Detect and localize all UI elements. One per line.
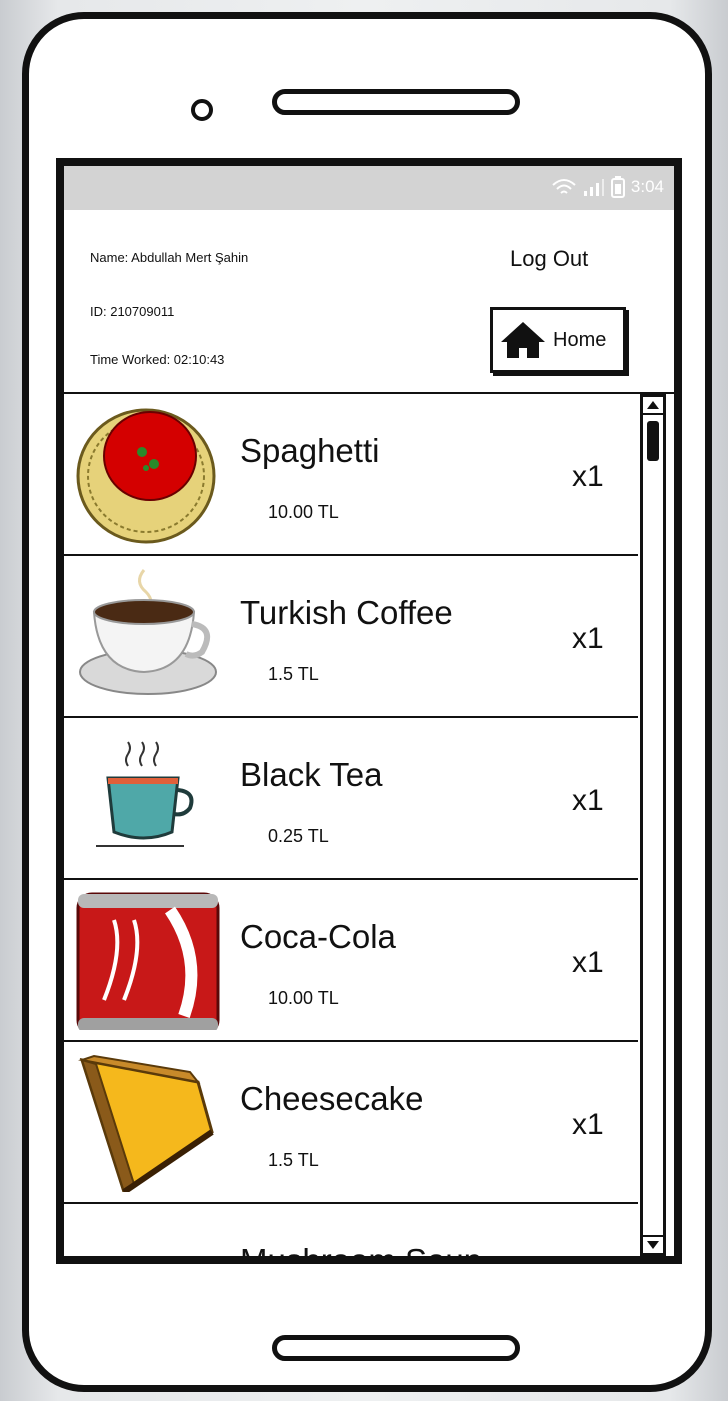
camera-icon [191, 99, 213, 121]
time-worked: Time Worked: 02:10:43 [90, 352, 225, 367]
item-name: Cheesecake [240, 1080, 424, 1117]
item-name: Mushroom Soup [240, 1242, 483, 1264]
list-item[interactable]: Turkish Coffee 1.5 TL x1 [64, 556, 638, 718]
order-list[interactable]: Spaghetti 10.00 TL x1 Turkish Coffee 1.5… [64, 394, 638, 1264]
scroll-thumb[interactable] [647, 421, 659, 461]
item-quantity: x1 [572, 460, 604, 493]
home-button[interactable]: Home [490, 307, 626, 373]
item-price: 1.5 TL [268, 1150, 319, 1170]
item-name: Coca-Cola [240, 918, 396, 955]
cola-can-image [76, 892, 220, 1030]
item-price: 1.5 TL [268, 664, 319, 684]
scroll-down-icon[interactable] [643, 1235, 663, 1253]
item-price: 0.25 TL [268, 826, 329, 846]
item-quantity: x1 [572, 784, 604, 817]
speaker-grille [272, 89, 520, 115]
coffee-cup-image [79, 569, 217, 695]
spaghetti-image [76, 408, 216, 544]
phone-screen: 3:04 Name: Abdullah Mert Şahin ID: 21070… [56, 158, 682, 1264]
user-id: ID: 210709011 [90, 304, 175, 319]
list-scrollbar[interactable] [640, 394, 666, 1256]
item-name: Turkish Coffee [240, 594, 453, 631]
item-name: Black Tea [240, 756, 383, 793]
item-price: 10.00 TL [268, 502, 339, 522]
wifi-icon [552, 179, 576, 194]
home-button-label: Home [553, 328, 607, 351]
user-name: Name: Abdullah Mert Şahin [90, 250, 249, 265]
list-item[interactable]: Cheesecake 1.5 TL x1 [64, 1042, 638, 1204]
scroll-up-icon[interactable] [643, 397, 663, 415]
user-header: Name: Abdullah Mert Şahin ID: 210709011 … [64, 210, 674, 394]
battery-icon [610, 176, 625, 198]
list-item[interactable]: Mushroom Soup [64, 1204, 638, 1264]
status-time: 3:04 [630, 177, 664, 196]
item-quantity: x1 [572, 1108, 604, 1141]
logout-button[interactable]: Log Out [510, 246, 588, 272]
item-quantity: x1 [572, 946, 604, 979]
list-item[interactable]: Black Tea 0.25 TL x1 [64, 718, 638, 880]
phone-home-button[interactable] [272, 1335, 520, 1361]
list-item[interactable]: Coca-Cola 10.00 TL x1 [64, 880, 638, 1042]
item-name: Spaghetti [240, 432, 380, 469]
item-quantity: x1 [572, 622, 604, 655]
item-price: 10.00 TL [268, 988, 339, 1008]
cheesecake-image [78, 1054, 214, 1192]
tea-cup-image [96, 741, 194, 847]
house-icon [501, 322, 545, 358]
status-bar: 3:04 [64, 166, 674, 210]
signal-icon [583, 179, 604, 196]
list-item[interactable]: Spaghetti 10.00 TL x1 [64, 394, 638, 556]
